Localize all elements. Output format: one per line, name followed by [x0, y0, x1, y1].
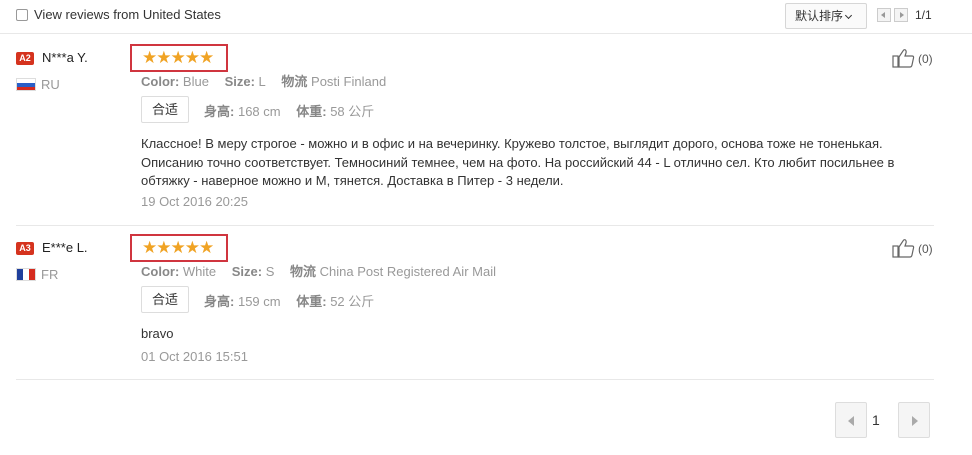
- height-label: 身高:: [204, 104, 235, 119]
- order-attributes: Color: Blue Size: L 物流 Posti Finland: [141, 71, 386, 90]
- next-page-button[interactable]: [898, 402, 930, 438]
- size-label: Size:: [231, 264, 263, 279]
- prev-page-button[interactable]: [835, 402, 867, 438]
- us-reviews-checkbox[interactable]: [16, 9, 28, 21]
- helpful-button[interactable]: (0): [892, 238, 934, 258]
- fit-tag: 合适: [141, 96, 189, 123]
- helpful-count: (0): [918, 52, 933, 66]
- body-measurements: 身高: 159 cm 体重: 52 公斤: [204, 291, 374, 310]
- thumbs-up-icon: [892, 239, 915, 258]
- shipping-value: Posti Finland: [311, 74, 387, 89]
- chevron-down-icon: [844, 11, 853, 20]
- size-value: S: [265, 264, 275, 279]
- color-value: White: [182, 264, 217, 279]
- reviewer-country: FR: [41, 267, 59, 282]
- france-flag-icon: [16, 268, 36, 281]
- size-value: L: [258, 74, 266, 89]
- size-label: Size:: [224, 74, 255, 89]
- sort-dropdown[interactable]: 默认排序: [785, 3, 867, 29]
- rating-highlight-box: ★★★★★: [130, 234, 228, 262]
- order-attributes: Color: White Size: S 物流 China Post Regis…: [141, 261, 496, 280]
- helpful-button[interactable]: (0): [892, 48, 934, 68]
- review-date: 01 Oct 2016 15:51: [141, 349, 248, 364]
- review-text: Классное! В меру строгое - можно и в офи…: [141, 136, 895, 188]
- weight-label: 体重:: [296, 294, 327, 309]
- weight-value: 58 公斤: [330, 104, 375, 119]
- shipping-value: China Post Registered Air Mail: [319, 264, 496, 279]
- star-rating-icon: ★★★★★: [142, 48, 214, 67]
- reviewer-name: N***a Y.: [42, 50, 88, 65]
- body-measurements: 身高: 168 cm 体重: 58 公斤: [204, 101, 374, 120]
- russia-flag-icon: [16, 78, 36, 91]
- height-label: 身高:: [204, 294, 235, 309]
- helpful-count: (0): [918, 242, 933, 256]
- rating-highlight-box: ★★★★★: [130, 44, 228, 72]
- review-text: bravo: [141, 326, 174, 341]
- color-label: Color:: [141, 74, 180, 89]
- sort-dropdown-label: 默认排序: [795, 9, 844, 23]
- us-reviews-label[interactable]: View reviews from United States: [34, 7, 221, 22]
- mini-prev-page-button[interactable]: [877, 8, 891, 22]
- color-value: Blue: [182, 74, 209, 89]
- shipping-label: 物流: [281, 74, 308, 89]
- reviewer-name: E***e L.: [42, 240, 88, 255]
- star-rating-icon: ★★★★★: [142, 238, 214, 257]
- review-toolbar: View reviews from United States 默认排序 1/1: [0, 0, 972, 34]
- shipping-label: 物流: [290, 264, 317, 279]
- review-item: A3 E***e L. FR ★★★★★ Color: White Size: …: [16, 230, 934, 380]
- buyer-level-badge: A3: [16, 242, 34, 255]
- height-value: 159 cm: [237, 294, 281, 309]
- weight-value: 52 公斤: [330, 294, 375, 309]
- reviewer-country: RU: [41, 77, 60, 92]
- review-date: 19 Oct 2016 20:25: [141, 194, 248, 209]
- height-value: 168 cm: [237, 104, 281, 119]
- buyer-level-badge: A2: [16, 52, 34, 65]
- fit-tag: 合适: [141, 286, 189, 313]
- current-page-number[interactable]: 1: [872, 412, 880, 428]
- color-label: Color:: [141, 264, 180, 279]
- mini-page-indicator: 1/1: [915, 8, 932, 22]
- weight-label: 体重:: [296, 104, 327, 119]
- mini-next-page-button[interactable]: [894, 8, 908, 22]
- thumbs-up-icon: [892, 49, 915, 68]
- review-item: A2 N***a Y. RU ★★★★★ Color: Blue Size: L…: [16, 40, 934, 226]
